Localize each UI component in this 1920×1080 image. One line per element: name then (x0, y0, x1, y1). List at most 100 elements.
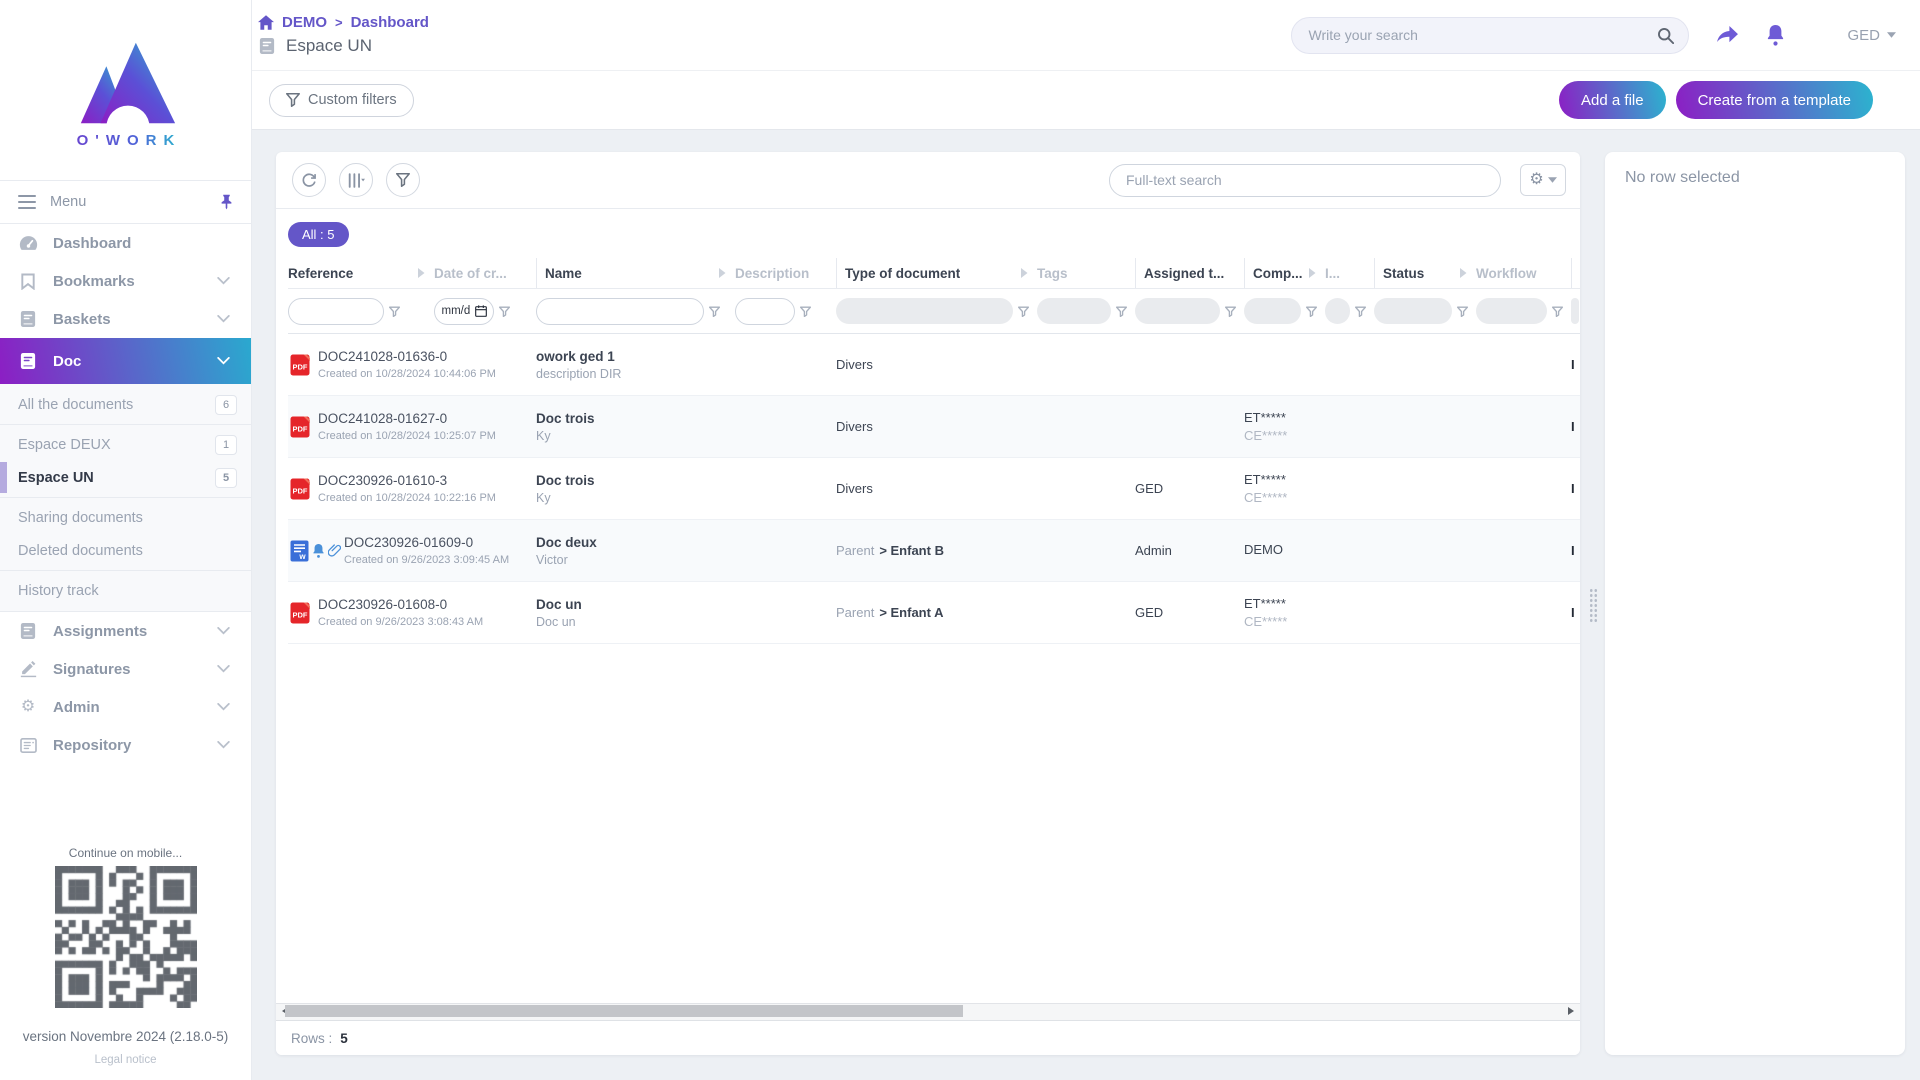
column-header[interactable]: Name (536, 258, 735, 288)
disabled-filter (1571, 298, 1579, 324)
mobile-qr-block: Continue on mobile... (0, 846, 251, 1013)
sidebar-subitem[interactable]: History track (0, 574, 251, 607)
document-subname: description DIR (536, 367, 735, 381)
sidebar-item-admin[interactable]: ⚙Admin (0, 688, 251, 726)
sidebar-item-baskets[interactable]: Baskets (0, 300, 251, 338)
column-filter (836, 298, 1037, 324)
column-header[interactable]: Workflow (1476, 258, 1571, 288)
column-header[interactable]: Reference (288, 258, 434, 288)
share-icon[interactable] (1716, 26, 1739, 45)
document-subname: Victor (536, 553, 735, 567)
column-filter (1135, 298, 1244, 324)
divider (0, 424, 251, 425)
filter-button[interactable] (386, 163, 420, 197)
search-icon[interactable] (1657, 27, 1674, 44)
sidebar-item-dashboard[interactable]: Dashboard (0, 224, 251, 262)
table-row[interactable]: w DOC230926-01609-0Created on 9/26/2023 3… (288, 520, 1580, 582)
reference-cell: DOC230926-01609-0Created on 9/26/2023 3:… (318, 535, 536, 566)
sidebar-item-bookmarks[interactable]: Bookmarks (0, 262, 251, 300)
hamburger-icon[interactable] (18, 195, 36, 209)
column-filter (536, 298, 735, 325)
company-line1: ET***** (1244, 472, 1325, 487)
clipped-text: I (1571, 481, 1575, 496)
breadcrumb-current[interactable]: Dashboard (351, 14, 429, 31)
scroll-right-arrow-icon[interactable] (1568, 1007, 1578, 1015)
global-search-input[interactable] (1306, 26, 1657, 44)
y-cell: I (1571, 356, 1580, 374)
table-row[interactable]: PDFDOC230926-01610-3Created on 10/28/202… (288, 458, 1580, 520)
column-header[interactable]: Assigned t... (1135, 258, 1244, 288)
filter-funnel-icon (1457, 306, 1468, 317)
reference-text: DOC230926-01609-0 (318, 535, 536, 550)
pdf-file-icon: PDF (290, 478, 310, 500)
column-header[interactable]: Date of cr... (434, 258, 536, 288)
column-header[interactable]: Status (1374, 258, 1476, 288)
sidebar-item-repository[interactable]: Repository (0, 726, 251, 764)
create-from-template-button[interactable]: Create from a template (1676, 81, 1873, 119)
all-count-badge[interactable]: All : 5 (288, 222, 349, 247)
column-header-label: Date of cr... (434, 266, 507, 281)
columns-button[interactable] (339, 163, 373, 197)
sidebar-subitem[interactable]: Sharing documents (0, 501, 251, 534)
column-header[interactable]: Description (735, 258, 836, 288)
column-header[interactable]: Comp... (1244, 258, 1325, 288)
column-header[interactable]: Type of document (836, 258, 1037, 288)
table-row[interactable]: PDFDOC241028-01627-0Created on 10/28/202… (288, 396, 1580, 458)
sidebar-subitem-label: Espace DEUX (18, 437, 215, 453)
fulltext-search-input[interactable] (1124, 171, 1495, 189)
legal-notice-link[interactable]: Legal notice (0, 1054, 251, 1066)
column-filter (1374, 298, 1476, 324)
chevron-down-icon (213, 665, 233, 673)
table-settings-button[interactable]: ⚙ (1520, 164, 1566, 196)
date-filter-input[interactable] (442, 305, 472, 317)
svg-text:PDF: PDF (293, 486, 308, 495)
y-cell: I (1571, 542, 1580, 560)
column-header[interactable]: I... (1325, 258, 1374, 288)
bell-icon[interactable] (1766, 25, 1785, 46)
clipped-text: I (1571, 543, 1575, 558)
sidebar-item-label: Baskets (53, 311, 198, 328)
refresh-button[interactable] (292, 163, 326, 197)
logo-wordmark: O'WORK (70, 132, 182, 149)
account-menu[interactable]: GED (1847, 27, 1896, 44)
sidebar-subitem[interactable]: Espace UN5 (0, 461, 251, 494)
filter-input[interactable] (536, 298, 704, 325)
scrollbar-thumb[interactable] (285, 1005, 963, 1017)
home-icon[interactable] (258, 15, 274, 30)
column-header[interactable]: Tags (1037, 258, 1135, 288)
owork-logo-icon (71, 36, 181, 128)
sidebar-subitem[interactable]: All the documents6 (0, 388, 251, 421)
add-file-button[interactable]: Add a file (1559, 81, 1666, 119)
table-row[interactable]: PDFDOC241028-01636-0Created on 10/28/202… (288, 334, 1580, 396)
sidebar-subitem-label: Sharing documents (18, 510, 237, 526)
filter-input[interactable] (288, 298, 384, 325)
chevron-down-icon (1887, 32, 1896, 38)
type-cell: Divers (836, 357, 1037, 372)
clipped-text: I (1571, 605, 1575, 620)
column-header-label: I... (1325, 266, 1340, 281)
disabled-filter (1244, 298, 1301, 324)
doc-book-icon (18, 352, 38, 370)
reference-text: DOC230926-01608-0 (318, 597, 536, 612)
column-header[interactable]: Y... (1571, 258, 1580, 288)
sidebar-item-signatures[interactable]: Signatures (0, 650, 251, 688)
chevron-down-icon (213, 741, 233, 749)
horizontal-scrollbar[interactable] (276, 1003, 1580, 1021)
word-file-icon: w (290, 540, 309, 562)
table-row[interactable]: PDFDOC230926-01608-0Created on 9/26/2023… (288, 582, 1580, 644)
table-filter-row (288, 289, 1580, 334)
document-name: Doc trois (536, 411, 735, 426)
sidebar-subitem[interactable]: Deleted documents (0, 534, 251, 567)
custom-filters-button[interactable]: Custom filters (269, 84, 414, 117)
breadcrumb-root[interactable]: DEMO (282, 14, 327, 31)
sidebar-item-doc[interactable]: Doc (0, 338, 251, 384)
filter-funnel-icon (1306, 306, 1317, 317)
sidebar-subitem[interactable]: Espace DEUX1 (0, 428, 251, 461)
splitter-drag-handle[interactable] (1589, 588, 1598, 624)
pin-icon[interactable] (220, 194, 233, 210)
y-cell: I (1571, 480, 1580, 498)
sidebar-item-assignments[interactable]: Assignments (0, 612, 251, 650)
column-filter (1037, 298, 1135, 324)
filter-input[interactable] (735, 298, 795, 325)
main-area: DEMO > Dashboard Espace UN GED (252, 0, 1920, 1080)
